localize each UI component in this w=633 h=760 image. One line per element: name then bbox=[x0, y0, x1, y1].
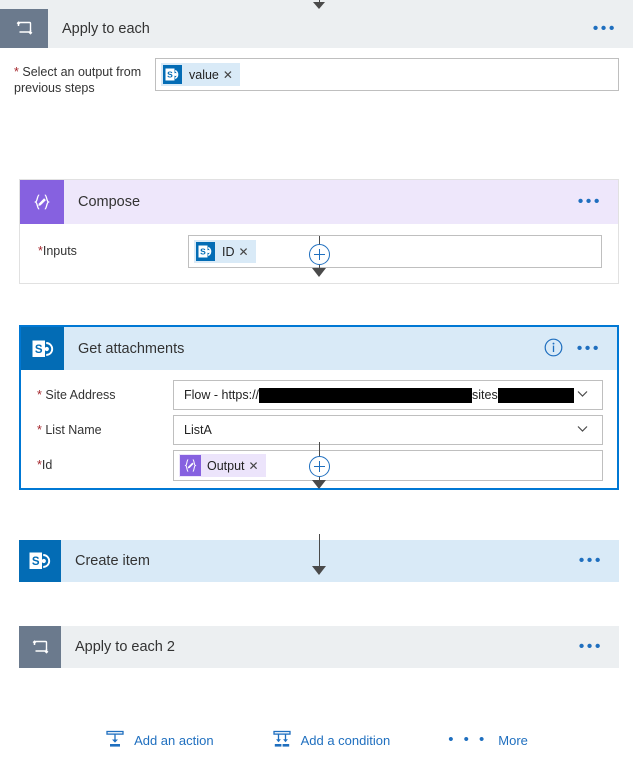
site-address-row: * Site Address Flow - https:// sites bbox=[21, 380, 617, 413]
get-attachments-actions: ••• bbox=[544, 338, 601, 360]
connector-arrowhead bbox=[312, 566, 326, 575]
sharepoint-icon: S bbox=[21, 327, 64, 370]
list-name-dropdown[interactable]: ListA bbox=[173, 415, 603, 445]
compose-icon bbox=[20, 180, 64, 224]
sharepoint-icon: S bbox=[161, 64, 183, 86]
site-address-prefix: Flow - https:// bbox=[184, 388, 260, 402]
connector-line bbox=[319, 534, 320, 568]
connector-arrowhead bbox=[312, 480, 326, 489]
add-step-bar: Add an action Add a condition • • • More bbox=[0, 720, 633, 760]
inputs-label-text: Inputs bbox=[42, 244, 77, 258]
create-item-menu-button[interactable]: ••• bbox=[579, 553, 603, 569]
add-an-action-label: Add an action bbox=[134, 732, 214, 748]
token-remove-button[interactable]: ✕ bbox=[223, 68, 240, 82]
id-label-text: Id bbox=[41, 458, 53, 472]
insert-step-button[interactable] bbox=[309, 456, 330, 477]
add-an-action-button[interactable]: Add an action bbox=[105, 729, 214, 752]
add-condition-icon bbox=[272, 729, 292, 752]
create-item-title: Create item bbox=[75, 553, 150, 569]
chevron-down-icon[interactable] bbox=[575, 386, 590, 404]
site-address-dropdown[interactable]: Flow - https:// sites bbox=[173, 380, 603, 410]
get-attachments-title: Get attachments bbox=[78, 340, 185, 357]
token-value[interactable]: S value ✕ bbox=[161, 63, 240, 86]
list-name-value: ListA bbox=[184, 423, 212, 437]
svg-text:S: S bbox=[200, 247, 206, 257]
site-address-label-text: Site Address bbox=[45, 388, 116, 402]
site-address-value: Flow - https:// sites bbox=[174, 387, 574, 403]
inputs-label: *Inputs bbox=[38, 244, 77, 258]
token-label: value bbox=[189, 67, 219, 82]
select-output-input[interactable]: S value ✕ bbox=[155, 58, 619, 91]
token-label: Output bbox=[207, 458, 245, 473]
more-label: More bbox=[498, 732, 528, 748]
required-asterisk: * bbox=[37, 388, 42, 402]
add-a-condition-button[interactable]: Add a condition bbox=[272, 729, 391, 752]
compose-header[interactable]: Compose ••• bbox=[20, 180, 618, 224]
select-output-field-row: * Select an output from previous steps S… bbox=[0, 58, 633, 108]
chevron-down-icon[interactable] bbox=[575, 421, 590, 439]
select-output-label: * Select an output from previous steps bbox=[14, 64, 154, 96]
svg-text:S: S bbox=[167, 70, 173, 80]
svg-text:S: S bbox=[32, 556, 40, 568]
add-a-condition-label: Add a condition bbox=[300, 732, 391, 748]
flow-designer-canvas: Apply to each ••• * Select an output fro… bbox=[0, 0, 633, 748]
apply-to-each-2-actions: ••• bbox=[579, 639, 603, 655]
required-asterisk: * bbox=[14, 65, 19, 79]
token-remove-button[interactable]: ✕ bbox=[239, 245, 256, 259]
apply-to-each-2-title: Apply to each 2 bbox=[75, 639, 175, 655]
connector-arrowhead bbox=[312, 268, 326, 277]
get-attachments-menu-button[interactable]: ••• bbox=[577, 340, 601, 356]
add-action-icon bbox=[105, 729, 125, 752]
loop-icon bbox=[19, 626, 61, 668]
create-item-actions: ••• bbox=[579, 553, 603, 569]
inputs-input[interactable]: S ID ✕ bbox=[188, 235, 602, 268]
compose-menu-button[interactable]: ••• bbox=[578, 194, 602, 210]
apply-to-each-2-card[interactable]: Apply to each 2 ••• bbox=[19, 626, 619, 668]
info-icon[interactable] bbox=[544, 338, 563, 360]
apply-to-each-title: Apply to each bbox=[62, 20, 150, 37]
apply-to-each-2-header[interactable]: Apply to each 2 ••• bbox=[19, 626, 619, 668]
compose-icon bbox=[179, 455, 201, 477]
redacted-bar-1 bbox=[259, 387, 473, 403]
token-id[interactable]: S ID ✕ bbox=[194, 240, 256, 263]
apply-to-each-menu-button[interactable]: ••• bbox=[593, 20, 617, 36]
svg-text:S: S bbox=[34, 344, 42, 356]
more-dots-icon: • • • bbox=[448, 731, 488, 748]
compose-title: Compose bbox=[78, 194, 141, 210]
redacted-bar-2 bbox=[497, 387, 574, 403]
site-address-label: * Site Address bbox=[37, 388, 116, 402]
select-output-label-text: Select an output from previous steps bbox=[14, 65, 142, 95]
sharepoint-icon: S bbox=[19, 540, 61, 582]
site-address-middle: sites bbox=[472, 388, 498, 402]
list-name-label: * List Name bbox=[37, 423, 102, 437]
token-label: ID bbox=[222, 244, 235, 259]
token-output[interactable]: Output ✕ bbox=[179, 454, 266, 477]
compose-actions: ••• bbox=[578, 194, 602, 210]
apply-to-each-2-menu-button[interactable]: ••• bbox=[579, 639, 603, 655]
insert-step-button[interactable] bbox=[309, 244, 330, 265]
more-button[interactable]: • • • More bbox=[448, 731, 528, 748]
get-attachments-header[interactable]: S Get attachments ••• bbox=[21, 327, 617, 370]
token-remove-button[interactable]: ✕ bbox=[249, 459, 266, 473]
required-asterisk: * bbox=[37, 423, 42, 437]
id-input[interactable]: Output ✕ bbox=[173, 450, 603, 481]
id-label: *Id bbox=[37, 458, 52, 472]
sharepoint-icon: S bbox=[194, 241, 216, 263]
loop-icon bbox=[0, 9, 48, 48]
list-name-label-text: List Name bbox=[45, 423, 102, 437]
apply-to-each-header[interactable]: Apply to each ••• bbox=[0, 9, 633, 48]
connector-arrowhead bbox=[313, 2, 325, 9]
apply-to-each-body: * Select an output from previous steps S… bbox=[0, 48, 633, 748]
